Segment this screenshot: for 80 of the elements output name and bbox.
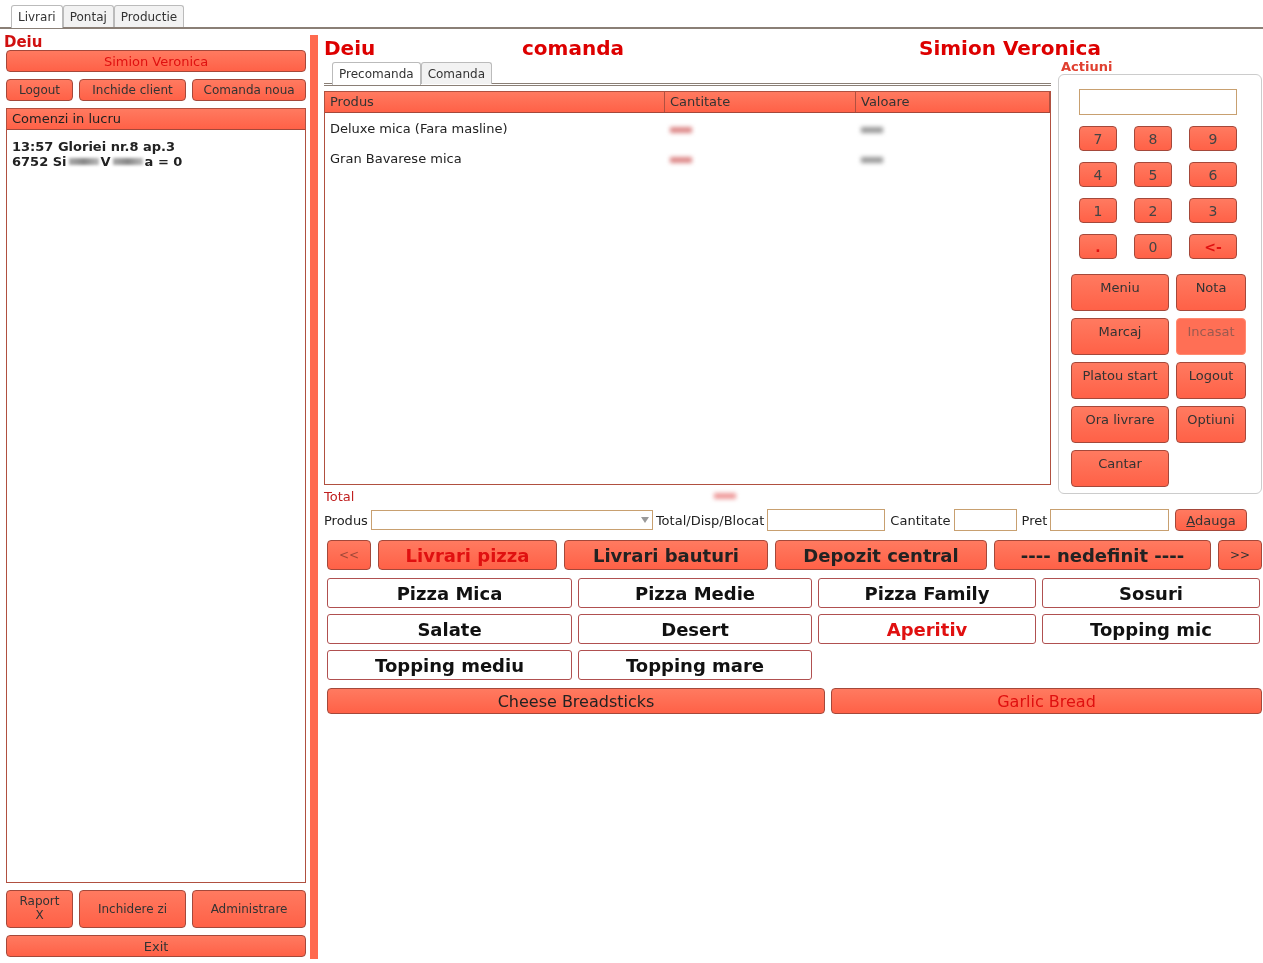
group-button[interactable]: Topping mediu — [327, 650, 572, 680]
blurred-value — [861, 126, 883, 133]
operator-name: Simion Veronica — [919, 36, 1102, 61]
tab[interactable]: Livrari — [11, 5, 63, 28]
field-label: Total/Disp/Blocat — [655, 512, 765, 528]
group-button[interactable]: Desert — [578, 614, 812, 644]
blurred-value — [861, 156, 883, 163]
action-button[interactable]: Raport X — [6, 890, 73, 928]
keypad-key[interactable]: 4 — [1079, 162, 1117, 187]
table-cell-text: Gran Bavarese mica — [329, 150, 463, 166]
order-text: a = 0 — [144, 154, 183, 169]
action-button[interactable]: Nota — [1176, 274, 1246, 311]
panel-title: Actiuni — [1060, 59, 1114, 74]
input-field[interactable] — [1079, 89, 1237, 115]
action-button[interactable]: Marcaj — [1071, 318, 1169, 355]
tab[interactable]: Pontaj — [62, 5, 114, 27]
group-button[interactable]: Pizza Medie — [578, 578, 812, 608]
action-button[interactable]: Administrare — [192, 890, 307, 928]
keypad-key[interactable]: 6 — [1189, 162, 1237, 187]
order-item[interactable]: 13:57 Gloriei nr.8 ap.3 6752 Si V a = 0 — [7, 130, 306, 169]
group-button[interactable]: Aperitiv — [818, 614, 1036, 644]
group-button[interactable]: Topping mic — [1042, 614, 1260, 644]
order-text: V — [100, 154, 111, 169]
keypad-key[interactable]: 2 — [1134, 198, 1172, 223]
column-header[interactable]: Cantitate — [665, 92, 856, 112]
category-button[interactable]: Depozit central — [775, 540, 987, 570]
group-button[interactable]: Pizza Mica — [327, 578, 572, 608]
action-button[interactable]: Optiuni — [1176, 406, 1246, 443]
add-button[interactable]: Adauga — [1175, 509, 1247, 531]
field-label: Cantitate — [890, 512, 951, 528]
blurred-text — [68, 158, 99, 165]
exit-button[interactable]: Exit — [6, 935, 307, 957]
input-field[interactable] — [767, 509, 886, 531]
total-label: Total — [324, 488, 355, 504]
keypad-key[interactable]: 7 — [1079, 126, 1117, 151]
action-button[interactable]: Comanda noua — [192, 79, 307, 101]
column-header[interactable]: Valoare — [856, 92, 1050, 112]
user-name: Deiu — [324, 36, 377, 62]
action-button[interactable]: Meniu — [1071, 274, 1169, 311]
group-button[interactable]: Topping mare — [578, 650, 812, 680]
field-label: Pret — [1021, 512, 1048, 528]
next-button[interactable]: >> — [1218, 540, 1262, 570]
keypad-key[interactable]: 1 — [1079, 198, 1117, 223]
group-button[interactable]: Pizza Family — [818, 578, 1036, 608]
keypad-key[interactable]: 3 — [1189, 198, 1237, 223]
keypad-key[interactable]: 5 — [1134, 162, 1172, 187]
table-cell-text: Deluxe mica (Fara masline) — [329, 120, 509, 136]
group-button[interactable]: Salate — [327, 614, 572, 644]
tab[interactable]: Productie — [113, 5, 185, 27]
blurred-value — [670, 156, 692, 163]
product-button[interactable]: Cheese Breadsticks — [327, 688, 825, 714]
blurred-value — [714, 493, 737, 499]
keypad-key[interactable]: 8 — [1134, 126, 1172, 151]
order-text: 6752 Si — [12, 154, 67, 169]
action-button[interactable]: Inchidere zi — [79, 890, 186, 928]
blurred-value — [670, 126, 692, 133]
input-field[interactable] — [953, 509, 1017, 531]
action-button[interactable]: Inchide client — [79, 79, 186, 101]
tab[interactable]: Precomanda — [332, 62, 421, 85]
action-button[interactable]: Ora livrare — [1071, 406, 1169, 443]
dropdown-arrow-icon — [640, 517, 649, 523]
category-button[interactable]: Livrari bauturi — [564, 540, 768, 570]
column-header[interactable]: Produs — [325, 92, 665, 112]
group-button[interactable]: Sosuri — [1042, 578, 1260, 608]
product-combo[interactable] — [370, 510, 653, 530]
panel-header: Comenzi in lucru — [7, 109, 306, 130]
keypad-key[interactable]: 9 — [1189, 126, 1237, 151]
blurred-text — [112, 158, 143, 165]
keypad-key[interactable]: 0 — [1134, 234, 1172, 259]
input-field[interactable] — [1050, 509, 1170, 531]
user-name: Deiu — [4, 33, 44, 49]
field-label: Produs — [324, 512, 368, 528]
category-button[interactable]: ---- nedefinit ---- — [994, 540, 1211, 570]
action-button[interactable]: Logout — [1176, 362, 1246, 399]
order-line: 13:57 Gloriei nr.8 ap.3 — [12, 139, 176, 154]
mode-title: comanda — [522, 36, 625, 62]
action-button[interactable]: Cantar — [1071, 450, 1169, 487]
action-button[interactable]: Platou start — [1071, 362, 1169, 399]
action-button[interactable]: Logout — [6, 79, 73, 101]
tab[interactable]: Comanda — [420, 62, 492, 84]
